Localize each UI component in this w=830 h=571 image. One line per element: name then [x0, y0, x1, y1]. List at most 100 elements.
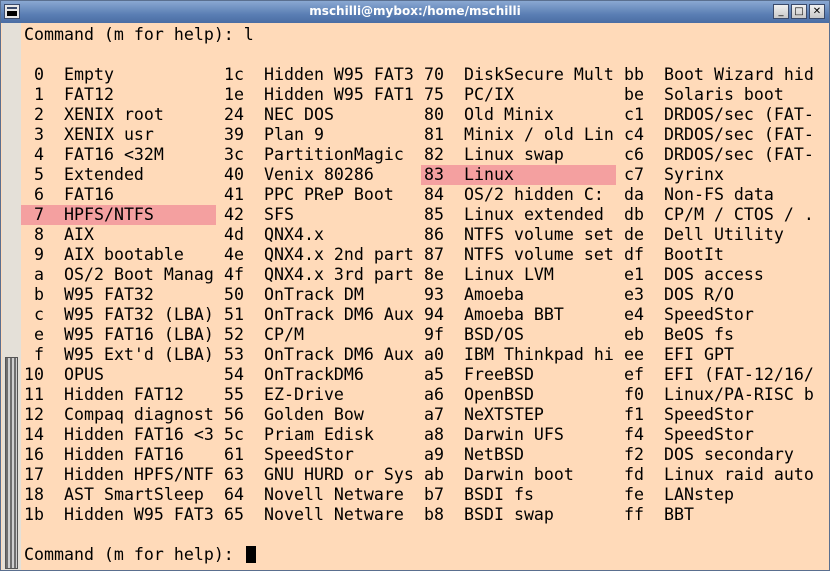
- partition-code: 9f: [424, 325, 444, 344]
- partition-code: 93: [424, 285, 444, 304]
- command-prompt-text: Command (m for help):: [24, 545, 244, 564]
- partition-code: 12: [24, 405, 44, 424]
- partition-type-name: Non-FS data: [664, 185, 774, 204]
- partition-type-name: Linux/PA-RISC b: [664, 385, 814, 404]
- partition-type-name: PartitionMagic: [264, 145, 404, 164]
- partition-code: 85: [424, 205, 444, 224]
- partition-code: be: [624, 85, 644, 104]
- partition-type-name: SpeedStor: [664, 425, 754, 444]
- highlight-marker: [421, 165, 616, 185]
- partition-code: 87: [424, 245, 444, 264]
- partition-type-name: OPUS: [64, 365, 104, 384]
- partition-code: 7: [34, 205, 44, 224]
- partition-type-name: Hidden W95 FAT3: [264, 65, 414, 84]
- partition-code: db: [624, 205, 644, 224]
- partition-type-name: DRDOS/sec (FAT-: [664, 105, 814, 124]
- partition-code: 80: [424, 105, 444, 124]
- partition-type-name: SpeedStor: [264, 445, 354, 464]
- partition-type-name: DOS secondary: [664, 445, 794, 464]
- partition-code: 17: [24, 465, 44, 484]
- partition-code: 1e: [224, 85, 244, 104]
- partition-type-name: NeXTSTEP: [464, 405, 544, 424]
- partition-code: 51: [224, 305, 244, 324]
- partition-code: a8: [424, 425, 444, 444]
- partition-type-name: DiskSecure Mult: [464, 65, 614, 84]
- vertical-scrollbar[interactable]: [2, 23, 22, 570]
- command-prompt-line-current[interactable]: Command (m for help):: [24, 545, 256, 565]
- partition-type-name: EFI (FAT-12/16/: [664, 365, 814, 384]
- partition-code: 83: [424, 165, 444, 184]
- partition-code: 53: [224, 345, 244, 364]
- partition-type-name: Linux swap: [464, 145, 564, 164]
- partition-code: f4: [624, 425, 644, 444]
- partition-type-name: OpenBSD: [464, 385, 534, 404]
- partition-code: 1c: [224, 65, 244, 84]
- partition-type-name: PC/IX: [464, 85, 514, 104]
- partition-code: 14: [24, 425, 44, 444]
- partition-type-name: Darwin boot: [464, 465, 574, 484]
- close-button[interactable]: ✕: [809, 4, 825, 19]
- scrollbar-thumb[interactable]: [5, 357, 18, 569]
- partition-code: eb: [624, 325, 644, 344]
- partition-code: ff: [624, 505, 644, 524]
- partition-type-name: OnTrackDM6: [264, 365, 364, 384]
- partition-code: 56: [224, 405, 244, 424]
- partition-type-name: OnTrack DM6 Aux: [264, 305, 414, 324]
- partition-code: 65: [224, 505, 244, 524]
- partition-type-name: Novell Netware: [264, 485, 404, 504]
- window-title: mschilli@mybox:/home/mschilli: [309, 4, 521, 18]
- partition-type-name: Minix / old Lin: [464, 125, 614, 144]
- partition-code: c: [34, 305, 44, 324]
- partition-type-name: Amoeba BBT: [464, 305, 564, 324]
- partition-type-name: Golden Bow: [264, 405, 364, 424]
- title-bar[interactable]: mschilli@mybox:/home/mschilli _ □ ✕: [1, 1, 829, 23]
- partition-code: f0: [624, 385, 644, 404]
- terminal-content[interactable]: Command (m for help): l 0 Empty 1 FAT12 2 XEN…: [21, 23, 829, 570]
- partition-code: 39: [224, 125, 244, 144]
- partition-type-name: Hidden FAT12: [64, 385, 184, 404]
- partition-type-name: SFS: [264, 205, 294, 224]
- partition-type-name: FAT12: [64, 85, 114, 104]
- maximize-button[interactable]: □: [791, 4, 807, 19]
- partition-code: b: [34, 285, 44, 304]
- partition-code: 40: [224, 165, 244, 184]
- partition-type-name: DRDOS/sec (FAT-: [664, 125, 814, 144]
- partition-type-name: QNX4.x: [264, 225, 324, 244]
- partition-type-name: CP/M: [264, 325, 304, 344]
- partition-code: 5c: [224, 425, 244, 444]
- partition-type-name: BSDI fs: [464, 485, 534, 504]
- partition-code: 8e: [424, 265, 444, 284]
- partition-type-name: Novell Netware: [264, 505, 404, 524]
- partition-code: 61: [224, 445, 244, 464]
- partition-code: 9: [34, 245, 44, 264]
- partition-type-name: AIX: [64, 225, 94, 244]
- partition-type-name: DOS R/O: [664, 285, 734, 304]
- partition-code: 16: [24, 445, 44, 464]
- partition-code: 64: [224, 485, 244, 504]
- partition-code: e3: [624, 285, 644, 304]
- partition-type-name: OS/2 Boot Manag: [64, 265, 214, 284]
- partition-code: a0: [424, 345, 444, 364]
- partition-type-name: XENIX root: [64, 105, 164, 124]
- partition-type-name: CP/M / CTOS / .: [664, 205, 814, 224]
- partition-type-name: Hidden FAT16: [64, 445, 184, 464]
- partition-code: 3c: [224, 145, 244, 164]
- partition-code: de: [624, 225, 644, 244]
- minimize-button[interactable]: _: [773, 4, 789, 19]
- partition-code: ab: [424, 465, 444, 484]
- partition-type-name: SpeedStor: [664, 305, 754, 324]
- partition-code: da: [624, 185, 644, 204]
- partition-type-name: Linux LVM: [464, 265, 554, 284]
- partition-code: b7: [424, 485, 444, 504]
- command-prompt-line: Command (m for help): l: [24, 25, 254, 45]
- partition-code: 50: [224, 285, 244, 304]
- partition-code: 75: [424, 85, 444, 104]
- partition-type-name: GNU HURD or Sys: [264, 465, 414, 484]
- partition-type-name: Boot Wizard hid: [664, 65, 814, 84]
- partition-type-name: Empty: [64, 65, 114, 84]
- partition-type-name: OnTrack DM6 Aux: [264, 345, 414, 364]
- partition-code: c6: [624, 145, 644, 164]
- partition-code: 4e: [224, 245, 244, 264]
- partition-code: f1: [624, 405, 644, 424]
- partition-code: 24: [224, 105, 244, 124]
